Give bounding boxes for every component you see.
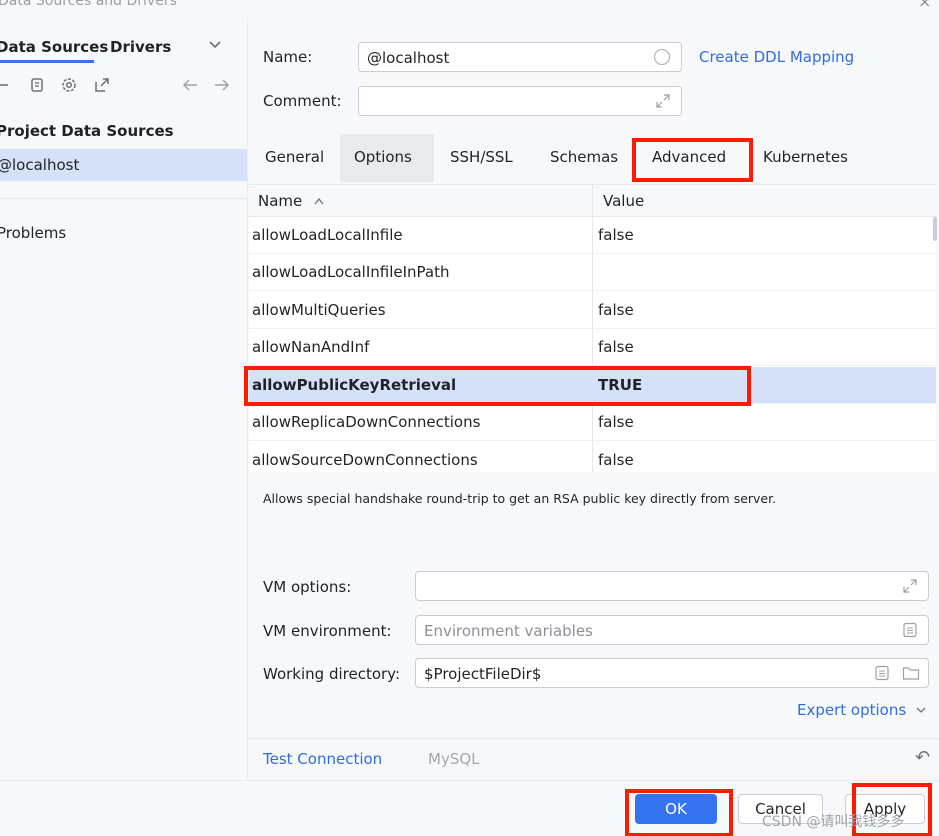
color-circle-icon[interactable]: [653, 48, 671, 70]
close-icon[interactable]: ×: [918, 0, 931, 11]
tab-kubernetes[interactable]: Kubernetes: [749, 134, 862, 182]
property-value[interactable]: false: [598, 451, 634, 469]
property-name: allowLoadLocalInfileInPath: [252, 263, 450, 281]
expand-icon[interactable]: [902, 578, 918, 598]
column-header-value[interactable]: Value: [603, 192, 644, 210]
property-description: Allows special handshake round-trip to g…: [263, 491, 777, 506]
name-field[interactable]: @localhost: [358, 42, 682, 72]
expert-options-label: Expert options: [797, 701, 907, 719]
property-name: allowSourceDownConnections: [252, 451, 478, 469]
vm-options-field[interactable]: [415, 571, 929, 601]
tab-ssh-ssl[interactable]: SSH/SSL: [436, 134, 527, 182]
name-value: @localhost: [367, 49, 450, 67]
property-value[interactable]: false: [598, 338, 634, 356]
property-name: allowMultiQueries: [252, 301, 386, 319]
left-panel: Data Sources Drivers Project Data Source…: [0, 18, 248, 780]
driver-label[interactable]: MySQL: [428, 750, 480, 768]
vm-environment-field[interactable]: Environment variables: [415, 615, 929, 645]
table-row[interactable]: allowLoadLocalInfile false: [249, 217, 936, 254]
comment-label: Comment:: [263, 92, 342, 110]
problems-item[interactable]: Problems: [0, 224, 66, 242]
list-icon[interactable]: [902, 622, 918, 642]
right-panel: Name: @localhost Create DDL Mapping Comm…: [244, 18, 939, 780]
data-sources-dialog: Data Sources and Drivers × Data Sources …: [0, 0, 939, 836]
list-icon[interactable]: [874, 665, 890, 685]
title-bar: Data Sources and Drivers ×: [0, 0, 939, 18]
minus-icon[interactable]: [0, 76, 10, 96]
tab-schemas[interactable]: Schemas: [536, 134, 632, 182]
chevron-down-icon[interactable]: [208, 38, 222, 54]
table-row[interactable]: allowSourceDownConnections false: [249, 442, 936, 473]
project-data-sources-header: Project Data Sources: [0, 122, 174, 140]
working-directory-field[interactable]: $ProjectFileDir$: [415, 658, 929, 688]
working-directory-label: Working directory:: [263, 665, 400, 683]
jump-to-icon[interactable]: [93, 76, 111, 98]
tab-general[interactable]: General: [251, 134, 338, 182]
table-row[interactable]: allowNanAndInf false: [249, 329, 936, 366]
window-title: Data Sources and Drivers: [0, 0, 177, 9]
data-source-item[interactable]: @localhost: [0, 149, 247, 181]
tab-drivers[interactable]: Drivers: [110, 38, 171, 56]
comment-field[interactable]: [358, 86, 682, 116]
tab-options[interactable]: Options: [340, 134, 434, 182]
copy-icon[interactable]: [28, 76, 46, 98]
connection-footer: Test Connection MySQL ↶: [249, 738, 939, 780]
property-name: allowReplicaDownConnections: [252, 413, 481, 431]
selected-row-highlight: [244, 366, 751, 406]
working-directory-label-text: Working directory:: [263, 665, 401, 683]
watermark: CSDN @请叫我钱多多: [762, 814, 905, 830]
property-value[interactable]: false: [598, 301, 634, 319]
sort-ascending-icon: [313, 192, 325, 210]
working-directory-value: $ProjectFileDir$: [424, 665, 542, 683]
create-ddl-mapping-link[interactable]: Create DDL Mapping: [699, 48, 854, 66]
vm-options-label: VM options:: [263, 578, 352, 596]
table-row[interactable]: allowMultiQueries false: [249, 292, 936, 329]
column-name-label: Name: [258, 192, 303, 210]
column-header-name[interactable]: Name: [258, 192, 325, 210]
name-label: Name:: [263, 48, 313, 66]
expand-icon[interactable]: [655, 93, 671, 113]
property-name: allowLoadLocalInfile: [252, 226, 403, 244]
property-value[interactable]: false: [598, 413, 634, 431]
back-arrow-icon[interactable]: [181, 76, 199, 98]
expert-options-link[interactable]: Expert options: [797, 701, 927, 719]
test-connection-link[interactable]: Test Connection: [263, 750, 382, 768]
settings-icon[interactable]: [60, 76, 78, 98]
ok-button-highlight: [625, 789, 733, 836]
vm-environment-placeholder: Environment variables: [424, 622, 593, 640]
active-tab-underline: [0, 60, 94, 63]
folder-icon[interactable]: [902, 665, 920, 685]
vm-environment-label: VM environment:: [263, 622, 392, 640]
tab-data-sources[interactable]: Data Sources: [0, 38, 108, 56]
property-value[interactable]: false: [598, 226, 634, 244]
forward-arrow-icon[interactable]: [213, 76, 231, 98]
table-row[interactable]: allowLoadLocalInfileInPath: [249, 254, 936, 291]
properties-table: Name Value allowLoadLocalInfile false al…: [249, 184, 937, 473]
advanced-tab-highlight: [632, 138, 753, 182]
data-source-label: @localhost: [0, 156, 80, 174]
table-scrollbar[interactable]: [933, 217, 937, 241]
revert-icon[interactable]: ↶: [915, 747, 930, 768]
chevron-down-icon: [915, 701, 927, 719]
property-name: allowNanAndInf: [252, 338, 370, 356]
divider: [0, 198, 247, 199]
table-row[interactable]: allowReplicaDownConnections false: [249, 404, 936, 441]
